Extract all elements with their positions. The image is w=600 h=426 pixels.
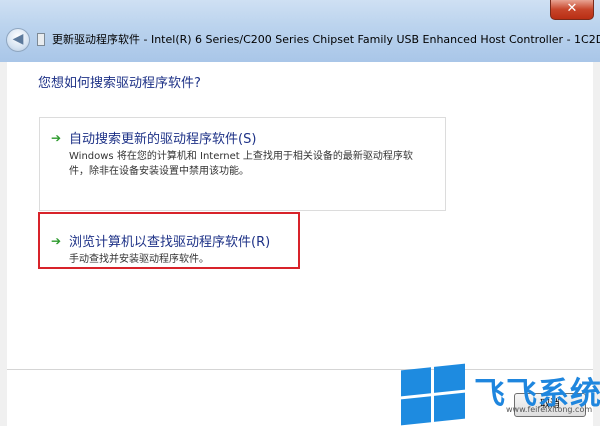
windows-logo-icon	[401, 363, 465, 426]
window-title: 更新驱动程序软件 - Intel(R) 6 Series/C200 Series…	[52, 33, 600, 46]
option-description-line: 手动查找并安装驱动程序软件。	[69, 254, 209, 265]
option-description: 手动查找并安装驱动程序软件。	[69, 252, 464, 267]
option-description-line: 件，除非在设备安装设置中禁用该功能。	[69, 166, 249, 177]
option-title: 浏览计算机以查找驱动程序软件(R)	[69, 235, 271, 250]
usb-device-icon	[37, 33, 45, 46]
page-heading: 您想如何搜索驱动程序软件?	[38, 76, 201, 91]
option-description: Windows 将在您的计算机和 Internet 上查找用于相关设备的最新驱动…	[69, 149, 464, 179]
green-arrow-icon: ➔	[51, 131, 62, 145]
option-title: 自动搜索更新的驱动程序软件(S)	[69, 132, 257, 147]
close-button[interactable]: ✕	[550, 0, 594, 20]
back-button[interactable]: ◀	[6, 28, 30, 52]
option-description-line: Windows 将在您的计算机和 Internet 上查找用于相关设备的最新驱动…	[69, 151, 413, 162]
green-arrow-icon: ➔	[51, 234, 62, 248]
title-bar: ✕ ◀ 更新驱动程序软件 - Intel(R) 6 Series/C200 Se…	[0, 0, 600, 62]
back-arrow-icon: ◀	[12, 31, 24, 47]
close-icon: ✕	[566, 1, 578, 16]
watermark-url: www.feifeixitong.com	[506, 405, 593, 414]
